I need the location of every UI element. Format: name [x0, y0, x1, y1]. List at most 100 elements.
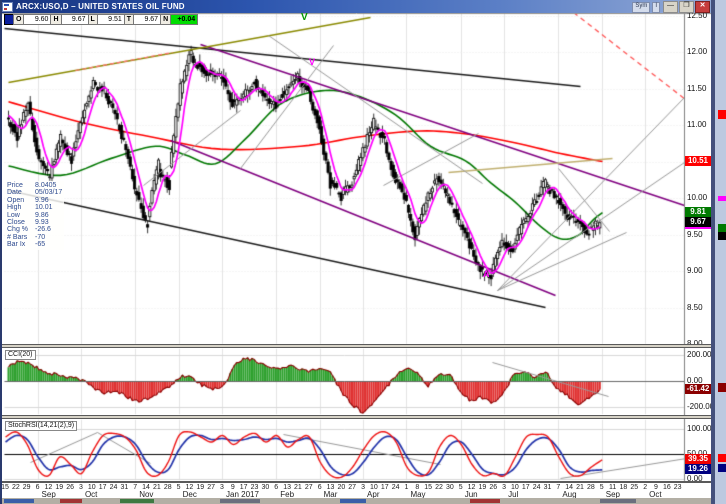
window-titlebar: ARCX:USO,D – UNITED STATES OIL FUND Sym … — [0, 0, 713, 13]
date-tick-label: 7 — [556, 484, 560, 491]
date-tick-label: 20 — [337, 484, 345, 491]
panel-separator — [0, 481, 712, 483]
tooltip-line: Chg %-26.6 — [7, 226, 62, 233]
tooltip-line: # Bars-70 — [7, 234, 62, 241]
date-tick-label: 27 — [305, 484, 313, 491]
minimize-button[interactable]: — — [663, 1, 678, 13]
quote-field-value: +0.04 — [170, 14, 198, 25]
cci-panel-label: CCI(20) — [5, 350, 36, 360]
tooltip-key: Open — [7, 197, 35, 204]
date-tick-label: 3 — [361, 484, 365, 491]
date-tick-label: 31 — [544, 484, 552, 491]
date-tick-label: 6 — [36, 484, 40, 491]
tooltip-line: Bar Ix-65 — [7, 241, 62, 248]
app-icon — [2, 2, 13, 12]
quote-field-value: 9.51 — [97, 14, 125, 25]
date-tick-label: 26 — [489, 484, 497, 491]
axis-tick-label: 100.00 — [687, 425, 711, 433]
trough-marker: A — [483, 270, 490, 279]
maximize-button[interactable]: ❐ — [679, 1, 694, 13]
axis-badge: 19.26 — [685, 464, 711, 474]
background-windows-strip — [0, 498, 713, 504]
date-tick-label: 7 — [133, 484, 137, 491]
date-tick-label: 3 — [502, 484, 506, 491]
date-tick-label: 21 — [576, 484, 584, 491]
date-tick-label: 23 — [674, 484, 682, 491]
tooltip-key: Low — [7, 212, 35, 219]
window-left-border — [0, 0, 2, 504]
date-tick-label: 6 — [274, 484, 278, 491]
sym-button[interactable]: Sym — [632, 2, 650, 13]
date-tick-label: 28 — [587, 484, 595, 491]
tooltip-value: -70 — [35, 234, 45, 241]
quote-bar: O9.60H9.67L9.51T9.67N+0.04 — [4, 14, 198, 25]
date-tick-label: 15 — [1, 484, 9, 491]
tooltip-value: -26.6 — [35, 226, 51, 233]
date-tick-label: 3 — [79, 484, 83, 491]
date-tick-label: 19 — [55, 484, 63, 491]
tooltip-key: Bar Ix — [7, 241, 35, 248]
date-tick-label: 22 — [435, 484, 443, 491]
tooltip-line: Low9.86 — [7, 212, 62, 219]
date-tick-label: 17 — [99, 484, 107, 491]
chart-canvas[interactable] — [0, 0, 726, 504]
tooltip-value: 9.86 — [35, 212, 49, 219]
stochrsi-axis: 100.0050.000.0039.3519.26 — [685, 0, 712, 504]
stochrsi-panel-label: StochRSI(14,21(2),9) — [5, 421, 77, 431]
date-tick-label: 3 — [220, 484, 224, 491]
panel-separator[interactable] — [0, 344, 712, 348]
date-tick-label: 24 — [110, 484, 118, 491]
date-tick-label: 19 — [196, 484, 204, 491]
date-tick-label: 30 — [261, 484, 269, 491]
window-title: ARCX:USO,D – UNITED STATES OIL FUND — [16, 2, 185, 11]
tooltip-line: Price8.0405 — [7, 182, 62, 189]
tooltip-line: Date05/03/17 — [7, 189, 62, 196]
tooltip-line: Open9.96 — [7, 197, 62, 204]
date-tick-label: 5 — [459, 484, 463, 491]
tooltip-value: 9.93 — [35, 219, 49, 226]
close-button[interactable]: ✕ — [695, 1, 710, 13]
tooltip-value: 8.0405 — [35, 182, 56, 189]
date-tick-label: 27 — [207, 484, 215, 491]
date-tick-label: 6 — [318, 484, 322, 491]
tooltip-key: Close — [7, 219, 35, 226]
tooltip-value: 10.01 — [35, 204, 53, 211]
peak-marker: V — [309, 58, 315, 67]
date-tick-label: 17 — [381, 484, 389, 491]
tooltip-key: # Bars — [7, 234, 35, 241]
tooltip-key: Date — [7, 189, 35, 196]
background-window-edge — [713, 0, 726, 504]
date-tick-label: 26 — [66, 484, 74, 491]
axis-badge: 39.35 — [685, 454, 711, 464]
price-tooltip: Price8.0405Date05/03/17Open9.96High10.01… — [5, 181, 64, 250]
date-tick-label: 21 — [294, 484, 302, 491]
date-tick-label: 5 — [177, 484, 181, 491]
date-tick-label: 1 — [404, 484, 408, 491]
tooltip-line: High10.01 — [7, 204, 62, 211]
date-tick-label: 17 — [522, 484, 530, 491]
tooltip-line: Close9.93 — [7, 219, 62, 226]
panel-separator[interactable] — [0, 415, 712, 419]
date-tick-label: 2 — [643, 484, 647, 491]
date-tick-label: 29 — [23, 484, 31, 491]
tooltip-value: 9.96 — [35, 197, 49, 204]
date-tick-label: 21 — [153, 484, 161, 491]
tooltip-key: High — [7, 204, 35, 211]
tooltip-value: 05/03/17 — [35, 189, 62, 196]
date-tick-label: 18 — [620, 484, 628, 491]
tooltip-value: -65 — [35, 241, 45, 248]
quote-field-value: 9.67 — [133, 14, 161, 25]
interval-button[interactable]: I — [652, 2, 660, 13]
date-tick-label: 16 — [663, 484, 671, 491]
date-tick-label: 24 — [533, 484, 541, 491]
date-tick-label: 19 — [478, 484, 486, 491]
date-tick-label: 22 — [12, 484, 20, 491]
date-tick-label: 31 — [120, 484, 128, 491]
date-tick-label: 27 — [348, 484, 356, 491]
date-tick-label: 25 — [630, 484, 638, 491]
quote-field-value: 9.60 — [23, 14, 51, 25]
quote-field-value: 9.67 — [61, 14, 89, 25]
date-tick-label: 28 — [164, 484, 172, 491]
date-tick-label: 30 — [446, 484, 454, 491]
date-tick-label: 5 — [600, 484, 604, 491]
